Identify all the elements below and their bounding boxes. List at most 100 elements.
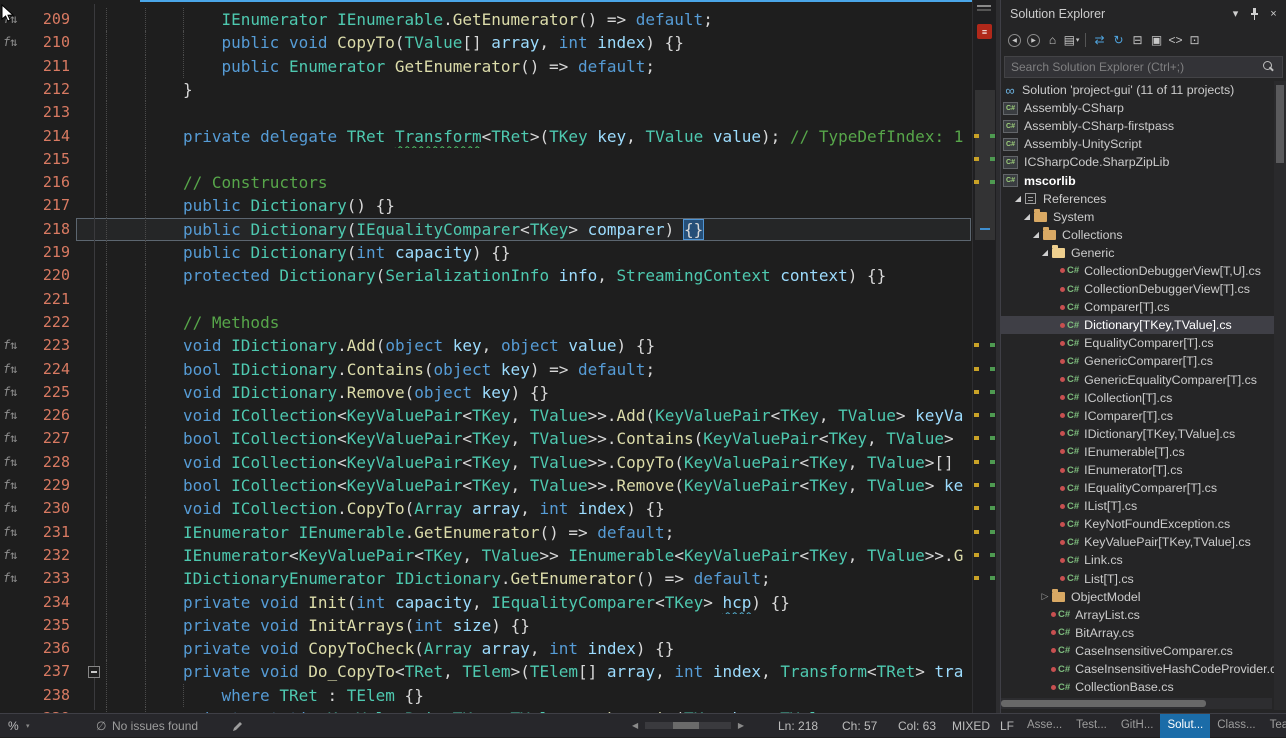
reference-glyph-icon[interactable]: f⇅ [3,381,17,404]
tree-item[interactable]: C#Assembly-UnityScript [1001,135,1274,153]
code-line[interactable]: 213 [0,101,972,124]
tree-vertical-scrollbar[interactable] [1274,81,1286,710]
code-line[interactable]: 211public Enumerator GetEnumerator() => … [0,55,972,78]
zoom-dropdown-caret-icon[interactable]: ▾ [26,722,30,730]
tree-item[interactable]: C#EqualityComparer[T].cs [1001,334,1274,352]
code-line[interactable]: 217public Dictionary() {} [0,194,972,217]
refresh-icon[interactable]: ↻ [1109,31,1128,49]
edit-tracking-icon[interactable] [232,720,244,735]
code-line[interactable]: 209f⇅IEnumerator IEnumerable.GetEnumerat… [0,8,972,31]
tree-item[interactable]: C#IEqualityComparer[T].cs [1001,479,1274,497]
panel-tab[interactable]: Class... [1210,714,1262,738]
tree-item[interactable]: ◢References [1001,190,1274,208]
sync-with-active-document-icon[interactable]: ⇄ [1090,31,1109,49]
tree-item[interactable]: C#CollectionDebuggerView[T,U].cs [1001,262,1274,280]
search-input[interactable] [1004,56,1283,78]
code-line[interactable]: 236private void CopyToCheck(Array array,… [0,637,972,660]
tree-collapse-arrow-icon[interactable]: ◢ [1039,248,1051,257]
scrollbar-thumb[interactable] [975,90,995,240]
scrollbar-thumb[interactable] [1276,85,1284,163]
tree-item[interactable]: C#Assembly-CSharp [1001,99,1274,117]
code-line[interactable]: 230f⇅void ICollection.CopyTo(Array array… [0,497,972,520]
code-line[interactable]: 225f⇅void IDictionary.Remove(object key)… [0,381,972,404]
code-line[interactable]: 224f⇅bool IDictionary.Contains(object ke… [0,358,972,381]
tree-item[interactable]: C#Link.cs [1001,551,1274,569]
tree-item[interactable]: C#GenericEqualityComparer[T].cs [1001,371,1274,389]
tree-item[interactable]: C#mscorlib [1001,171,1274,189]
back-icon[interactable]: ◀ [1005,31,1024,49]
code-line[interactable]: 221 [0,288,972,311]
scroll-left-arrow-icon[interactable]: ◀ [632,721,638,730]
switch-views-icon[interactable]: ▤▾ [1062,31,1081,49]
show-all-files-icon[interactable]: ▣ [1147,31,1166,49]
reference-glyph-icon[interactable]: f⇅ [3,544,17,567]
code-line[interactable]: 231f⇅IEnumerator IEnumerable.GetEnumerat… [0,521,972,544]
tree-item[interactable]: C#ICSharpCode.SharpZipLib [1001,153,1274,171]
tree-item[interactable]: ◢System [1001,208,1274,226]
tree-item[interactable]: C#IComparer[T].cs [1001,407,1274,425]
forward-icon[interactable]: ▶ [1024,31,1043,49]
fold-collapse-button[interactable] [88,666,100,678]
zoom-control[interactable]: % [8,719,19,733]
reference-glyph-icon[interactable]: f⇅ [3,521,17,544]
tree-item[interactable]: C#Comparer[T].cs [1001,298,1274,316]
reference-glyph-icon[interactable]: f⇅ [3,427,17,450]
tree-item[interactable]: C#CaseInsensitiveComparer.cs [1001,642,1274,660]
code-line[interactable]: 233f⇅IDictionaryEnumerator IDictionary.G… [0,567,972,590]
code-line[interactable]: 228f⇅void ICollection<KeyValuePair<TKey,… [0,451,972,474]
close-icon[interactable]: × [1265,5,1282,22]
code-line[interactable]: 215 [0,148,972,171]
panel-tab[interactable]: Test... [1069,714,1114,738]
tree-item[interactable]: C#GenericComparer[T].cs [1001,352,1274,370]
tree-item[interactable]: C#List[T].cs [1001,570,1274,588]
pin-icon[interactable] [1246,5,1263,22]
tree-item[interactable]: C#IEnumerable[T].cs [1001,443,1274,461]
tree-item[interactable]: C#IEnumerator[T].cs [1001,461,1274,479]
properties-icon[interactable]: ⊡ [1185,31,1204,49]
reference-glyph-icon[interactable]: f⇅ [3,451,17,474]
tree-item[interactable]: ∞Solution 'project-gui' (11 of 11 projec… [1001,81,1274,99]
search-box[interactable] [1004,56,1283,78]
panel-tab[interactable]: Tea... [1263,714,1286,738]
code-area[interactable]: 209f⇅IEnumerator IEnumerable.GetEnumerat… [0,0,996,713]
tree-item[interactable]: ▷ObjectModel [1001,588,1274,606]
code-line[interactable]: 234private void Init(int capacity, IEqua… [0,591,972,614]
tree-item[interactable]: C#BitArray.cs [1001,624,1274,642]
code-line[interactable]: 222// Methods [0,311,972,334]
reference-glyph-icon[interactable]: f⇅ [3,567,17,590]
reference-glyph-icon[interactable]: f⇅ [3,474,17,497]
window-position-icon[interactable]: ▾ [1227,5,1244,22]
scroll-right-arrow-icon[interactable]: ▶ [738,721,744,730]
tree-item[interactable]: C#KeyNotFoundException.cs [1001,515,1274,533]
code-line[interactable]: 220protected Dictionary(SerializationInf… [0,264,972,287]
split-editor-handle[interactable] [977,5,991,7]
editor-horizontal-scrollbar[interactable]: ◀ ▶ [632,718,744,734]
tree-item[interactable]: C#IList[T].cs [1001,497,1274,515]
panel-tab[interactable]: Solut... [1160,714,1210,738]
tree-item[interactable]: C#ICollection[T].cs [1001,389,1274,407]
tree-item[interactable]: C#ArrayList.cs [1001,606,1274,624]
code-line[interactable]: 235private void InitArrays(int size) {} [0,614,972,637]
code-line[interactable]: 226f⇅void ICollection<KeyValuePair<TKey,… [0,404,972,427]
code-line[interactable]: 232f⇅IEnumerator<KeyValuePair<TKey, TVal… [0,544,972,567]
tree-expand-arrow-icon[interactable]: ▷ [1039,591,1051,602]
tree-item[interactable]: C#CaseInsensitiveHashCodeProvider.cs [1001,660,1274,678]
scrollbar-thumb[interactable] [1001,700,1206,707]
collapse-all-icon[interactable]: ⊟ [1128,31,1147,49]
code-line[interactable]: 214private delegate TRet Transform<TRet>… [0,125,972,148]
horizontal-scroll-track[interactable] [645,722,731,729]
code-line[interactable]: 212} [0,78,972,101]
code-line[interactable]: 227f⇅bool ICollection<KeyValuePair<TKey,… [0,427,972,450]
scrollbar-thumb[interactable] [673,722,699,729]
tree-item[interactable]: C#Assembly-CSharp-firstpass [1001,117,1274,135]
code-line[interactable]: 219public Dictionary(int capacity) {} [0,241,972,264]
code-line[interactable]: 229f⇅bool ICollection<KeyValuePair<TKey,… [0,474,972,497]
search-icon[interactable] [1263,61,1275,73]
tree-collapse-arrow-icon[interactable]: ◢ [1012,194,1024,203]
code-line[interactable]: 210f⇅public void CopyTo(TValue[] array, … [0,31,972,54]
tree-horizontal-scrollbar[interactable] [1001,698,1272,709]
reference-glyph-icon[interactable]: f⇅ [3,358,17,381]
reference-glyph-icon[interactable]: f⇅ [3,334,17,357]
code-line[interactable]: 238where TRet : TElem {} [0,684,972,707]
tree-item[interactable]: C#Dictionary[TKey,TValue].cs [1001,316,1274,334]
